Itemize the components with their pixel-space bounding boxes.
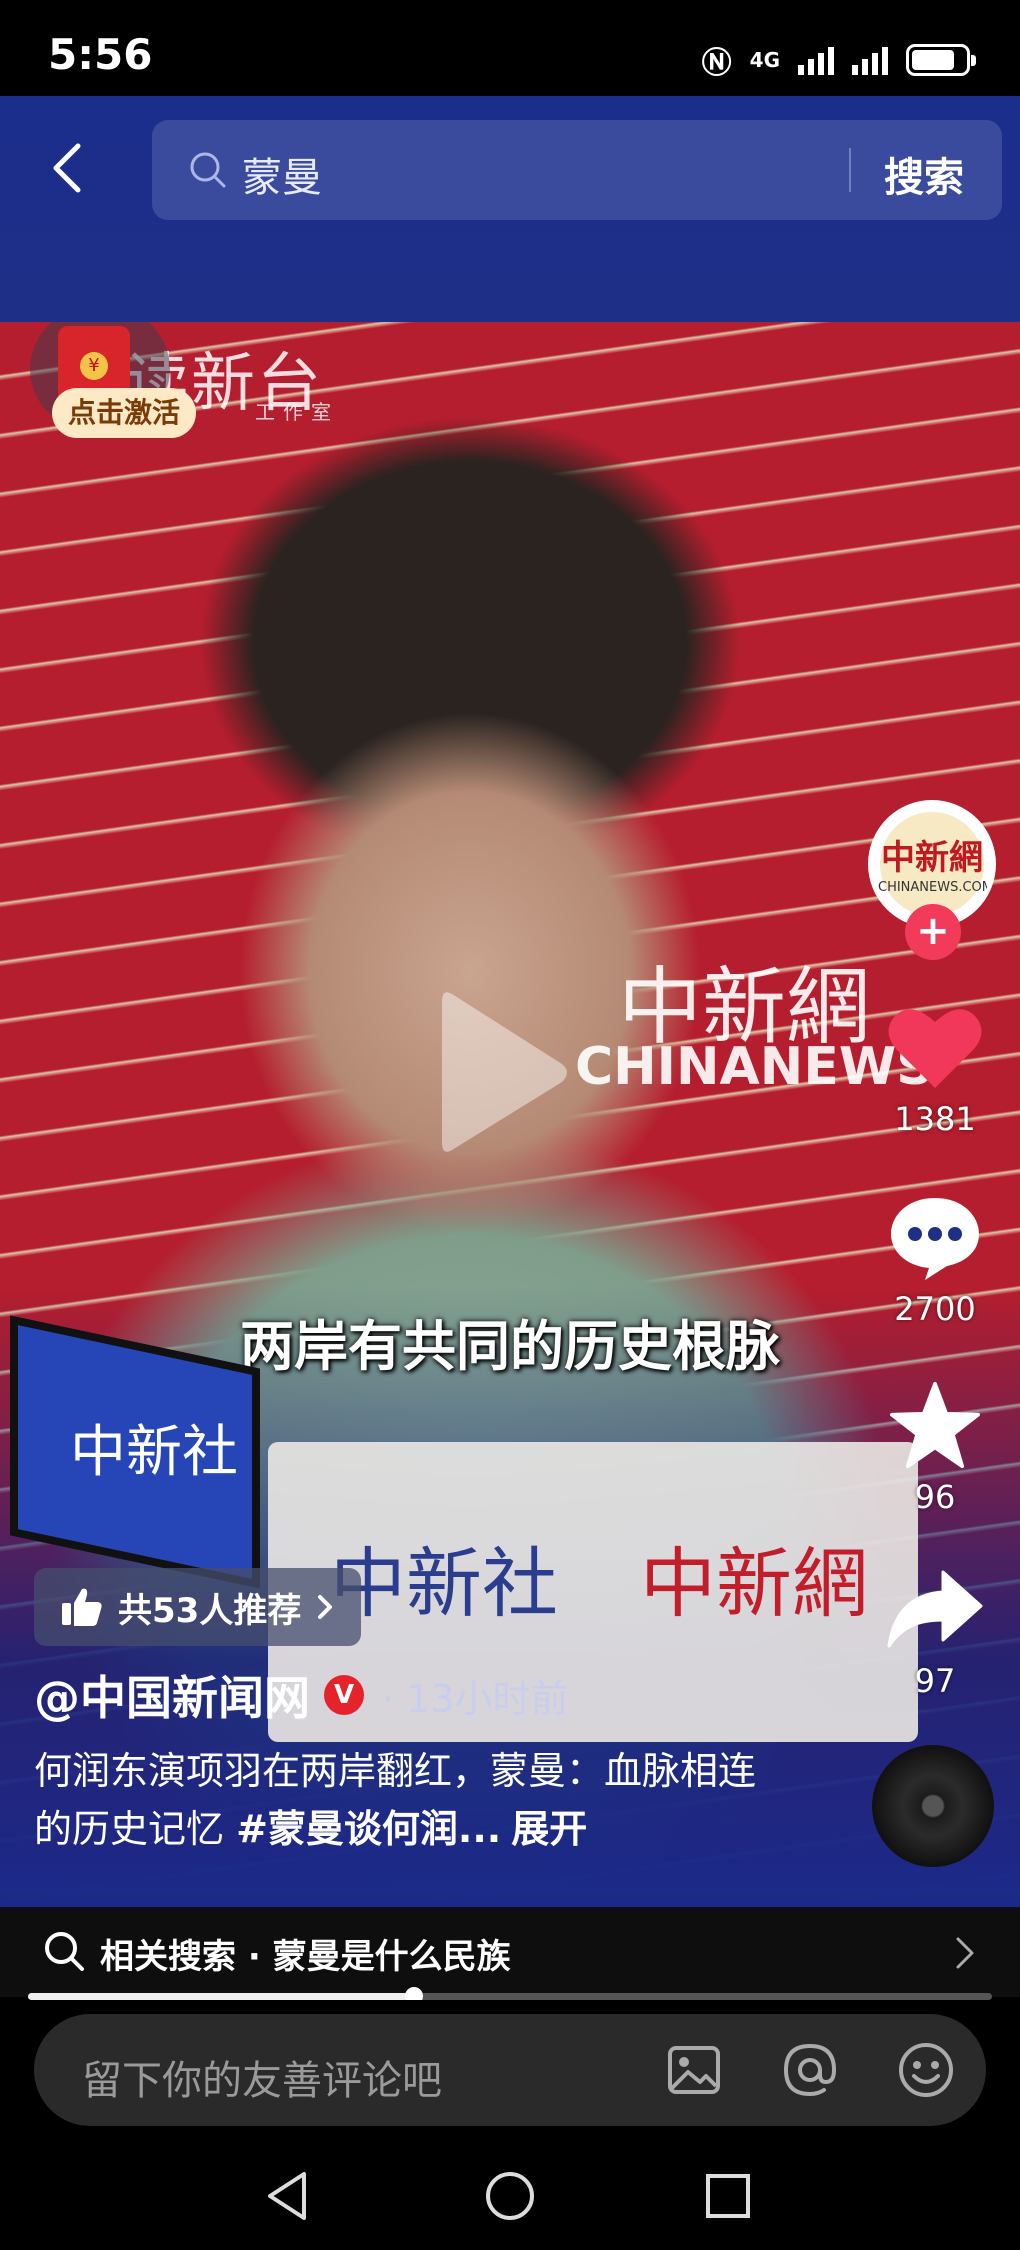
nav-home-icon[interactable] <box>482 2168 538 2224</box>
status-time: 5:56 <box>48 30 153 79</box>
recommend-pill[interactable]: 共53人推荐 <box>34 1568 362 1646</box>
back-arrow-icon[interactable] <box>40 138 100 198</box>
star-icon <box>890 1381 980 1469</box>
heart-icon <box>888 1009 982 1088</box>
red-packet-widget[interactable]: ¥ 点击激活 × <box>30 322 196 438</box>
coin-icon: ¥ <box>80 352 108 380</box>
comment-button[interactable]: 2700 <box>870 1192 1000 1328</box>
search-query: 蒙曼 <box>242 155 322 201</box>
like-button[interactable]: 1381 <box>870 1002 1000 1138</box>
status-bar: 5:56 Ⓝ 4G <box>0 0 1020 96</box>
activate-button[interactable]: 点击激活 <box>52 388 196 438</box>
search-icon <box>45 1932 84 1971</box>
sign-right-text: 中新網 <box>640 1539 868 1628</box>
caption-hashtag[interactable]: #蒙曼谈何润... <box>236 1807 501 1851</box>
comment-icon <box>891 1198 979 1280</box>
avatar-logo-sub: CHINANEWS.COM <box>878 880 994 895</box>
search-input[interactable]: 蒙曼 搜索 <box>152 120 1002 220</box>
music-disc-icon[interactable] <box>872 1745 994 1867</box>
share-button[interactable]: 97 <box>870 1564 1000 1700</box>
at-icon[interactable] <box>780 2040 840 2100</box>
nav-recents-icon[interactable] <box>700 2168 756 2224</box>
comment-count: 2700 <box>894 1290 976 1328</box>
signal-icon <box>798 45 834 75</box>
status-icons: Ⓝ 4G <box>701 38 976 82</box>
battery-icon <box>906 44 976 76</box>
author-name[interactable]: @中国新闻网 <box>34 1662 310 1728</box>
related-search-bar[interactable]: 相关搜索 · 蒙曼是什么民族 <box>0 1907 1020 1997</box>
favorite-count: 96 <box>914 1478 956 1516</box>
expand-button[interactable]: 展开 <box>511 1807 587 1851</box>
like-count: 1381 <box>894 1100 976 1138</box>
favorite-button[interactable]: 96 <box>870 1380 1000 1516</box>
author-line[interactable]: @中国新闻网 V · 13小时前 <box>34 1662 569 1728</box>
emoji-icon[interactable] <box>896 2040 956 2100</box>
thumbs-up-icon <box>62 1588 102 1626</box>
video-caption: 何润东演项羽在两岸翻红，蒙曼：血脉相连的历史记忆 #蒙曼谈何润... 展开 <box>34 1742 774 1858</box>
studio-sub: 工作室 <box>255 400 339 424</box>
sign-left-text: 中新社 <box>330 1539 558 1628</box>
comment-bar: 留下你的友善评论吧 <box>0 2000 1020 2140</box>
search-icon <box>190 152 226 188</box>
post-time: · 13小时前 <box>382 1676 569 1721</box>
system-nav-bar <box>0 2140 1020 2250</box>
verified-badge: V <box>324 1675 364 1715</box>
network-label: 4G <box>749 48 780 72</box>
search-button[interactable]: 搜索 <box>884 145 964 203</box>
nav-back-icon[interactable] <box>262 2168 318 2224</box>
nfc-icon: Ⓝ <box>701 46 732 81</box>
video-player[interactable]: 读新台 工作室 ¥ 点击激活 × 中新網 CHINANEWS 两岸有共同的历史根… <box>0 322 1020 1907</box>
related-search-text: 相关搜索 · 蒙曼是什么民族 <box>100 1937 511 1977</box>
chevron-right-icon <box>318 1595 333 1619</box>
signal-2-icon <box>852 45 888 75</box>
image-icon[interactable] <box>664 2040 724 2100</box>
follow-button[interactable]: + <box>905 904 961 960</box>
share-count: 97 <box>914 1662 956 1700</box>
search-divider <box>849 148 851 192</box>
comment-input[interactable]: 留下你的友善评论吧 <box>34 2014 986 2126</box>
progress-fill <box>28 1993 414 2000</box>
comment-placeholder: 留下你的友善评论吧 <box>82 2058 442 2104</box>
share-icon <box>887 1570 983 1648</box>
chevron-right-icon <box>956 1937 974 1969</box>
mic-logo: 中新社 <box>70 1420 238 1485</box>
search-header: 蒙曼 搜索 <box>0 96 1020 322</box>
play-icon[interactable] <box>432 982 572 1162</box>
avatar-logo-text: 中新網 <box>881 838 983 878</box>
recommend-text: 共53人推荐 <box>118 1590 302 1631</box>
